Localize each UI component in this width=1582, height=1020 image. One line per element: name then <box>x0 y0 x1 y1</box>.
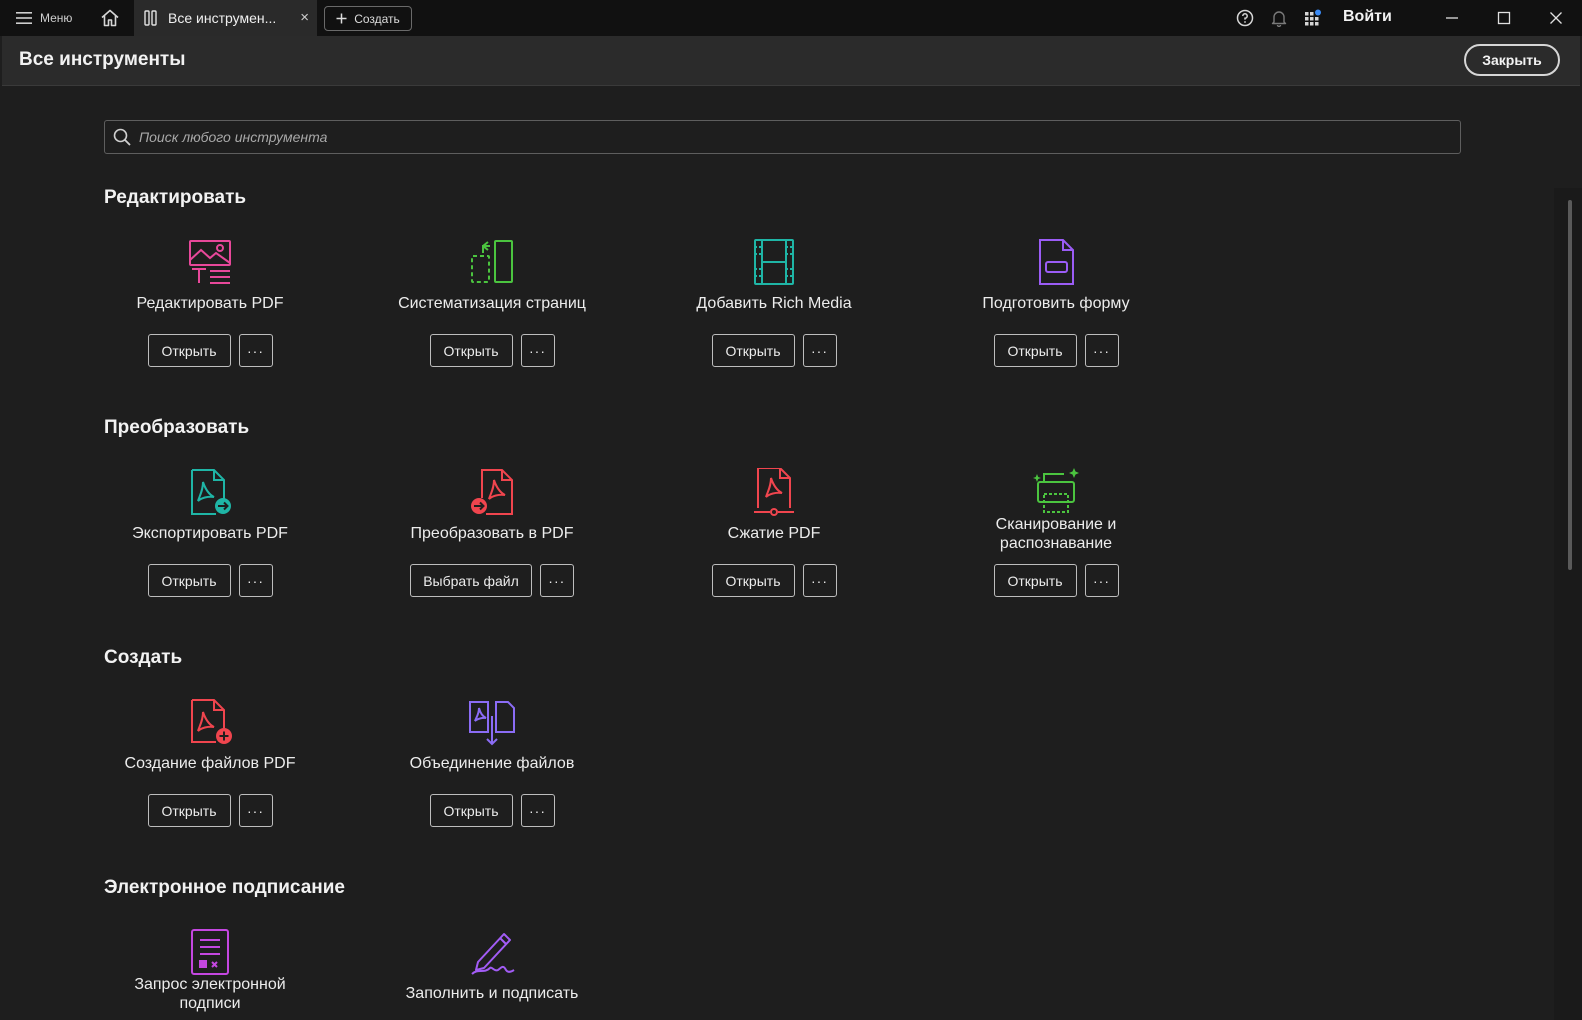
rich-media-icon <box>754 239 794 285</box>
open-button[interactable]: Открыть <box>147 564 231 597</box>
tool-card-scan-ocr: Сканирование и распознавание Открыть ··· <box>926 468 1186 618</box>
hamburger-icon <box>16 12 32 24</box>
minimize-icon <box>1446 17 1458 19</box>
create-tab-button[interactable]: Создать <box>324 6 412 31</box>
tool-label-line1: Запрос электронной <box>134 976 286 993</box>
section-title-esign: Электронное подписание <box>104 877 345 898</box>
convert-pdf-icon <box>471 469 513 515</box>
home-icon <box>101 9 119 27</box>
tab-close-icon[interactable]: × <box>300 9 309 26</box>
section-title-edit: Редактировать <box>104 187 247 208</box>
bell-icon <box>1271 11 1287 27</box>
tool-card-create-pdf: Создание файлов PDF Открыть ··· <box>80 698 340 848</box>
title-bar: Меню Все инструмен... × Создать Войти <box>0 0 1582 36</box>
signin-button[interactable]: Войти <box>1343 8 1392 26</box>
tool-label: Подготовить форму <box>982 295 1130 312</box>
more-options-button[interactable]: ··· <box>238 794 273 827</box>
help-button[interactable] <box>1235 8 1255 28</box>
tool-card-organize-pages: Систематизация страниц Открыть ··· <box>362 238 622 388</box>
apps-button[interactable] <box>1303 8 1323 28</box>
tool-label: Редактировать PDF <box>136 295 284 312</box>
close-tools-button[interactable]: Закрыть <box>1464 44 1560 76</box>
more-options-button[interactable]: ··· <box>1084 334 1119 367</box>
open-button[interactable]: Открыть <box>993 564 1077 597</box>
prepare-form-icon <box>1039 239 1074 285</box>
more-options-button[interactable]: ··· <box>520 334 555 367</box>
export-pdf-icon <box>191 469 231 515</box>
tool-label: Объединение файлов <box>409 755 575 772</box>
open-button[interactable]: Открыть <box>429 794 513 827</box>
tool-label: Экспортировать PDF <box>132 525 288 542</box>
open-button[interactable]: Открыть <box>711 564 795 597</box>
tool-card-convert-pdf: Преобразовать в PDF Выбрать файл ··· <box>362 468 622 618</box>
window-close-button[interactable] <box>1542 6 1570 30</box>
notifications-button[interactable] <box>1269 8 1289 28</box>
page-header: Все инструменты Закрыть <box>2 36 1580 86</box>
tool-label: Систематизация страниц <box>398 295 586 312</box>
tool-label: Сжатие PDF <box>727 525 821 542</box>
more-options-button[interactable]: ··· <box>1084 564 1119 597</box>
more-options-button[interactable]: ··· <box>802 334 837 367</box>
tool-label: Сканирование и распознавание <box>926 515 1186 553</box>
tool-card-request-esign: Запрос электронной подписи <box>80 928 340 1020</box>
tool-label: Заполнить и подписать <box>405 985 579 1002</box>
more-options-button[interactable]: ··· <box>539 564 574 597</box>
more-options-button[interactable]: ··· <box>238 334 273 367</box>
tool-label-line1: Сканирование и <box>995 516 1117 533</box>
tool-card-edit-pdf: Редактировать PDF Открыть ··· <box>80 238 340 388</box>
close-icon <box>1550 12 1562 24</box>
create-pdf-icon <box>191 699 232 744</box>
combine-files-icon <box>469 701 515 746</box>
open-button[interactable]: Открыть <box>993 334 1077 367</box>
search-input[interactable] <box>139 129 1460 145</box>
tool-card-rich-media: Добавить Rich Media Открыть ··· <box>644 238 904 388</box>
home-button[interactable] <box>98 6 122 30</box>
tool-card-export-pdf: Экспортировать PDF Открыть ··· <box>80 468 340 618</box>
page-title: Все инструменты <box>19 49 186 70</box>
tool-label-line2: подписи <box>179 995 241 1012</box>
tool-label: Добавить Rich Media <box>696 295 852 312</box>
tool-label: Преобразовать в PDF <box>410 525 574 542</box>
tool-card-prepare-form: Подготовить форму Открыть ··· <box>926 238 1186 388</box>
tab-all-tools[interactable]: Все инструмен... × <box>134 0 317 36</box>
choose-file-button[interactable]: Выбрать файл <box>410 564 532 597</box>
tool-label: Создание файлов PDF <box>124 755 296 772</box>
scan-ocr-icon <box>1033 468 1079 513</box>
minimize-button[interactable] <box>1438 6 1466 30</box>
section-title-create: Создать <box>104 647 183 668</box>
more-options-button[interactable]: ··· <box>802 564 837 597</box>
menu-button[interactable]: Меню <box>10 7 78 29</box>
open-button[interactable]: Открыть <box>147 334 231 367</box>
help-icon <box>1236 9 1254 27</box>
section-title-convert: Преобразовать <box>104 417 250 438</box>
search-icon <box>113 128 131 146</box>
maximize-icon <box>1497 11 1511 25</box>
tool-label-line2: распознавание <box>999 535 1113 552</box>
request-esign-icon <box>191 929 229 975</box>
open-button[interactable]: Открыть <box>147 794 231 827</box>
tool-card-fill-sign: Заполнить и подписать <box>362 928 622 1020</box>
plus-icon <box>336 13 347 24</box>
tool-label: Запрос электронной подписи <box>80 975 340 1013</box>
maximize-button[interactable] <box>1490 6 1518 30</box>
scrollbar-thumb[interactable] <box>1568 200 1572 570</box>
menu-label: Меню <box>40 11 73 25</box>
search-box[interactable] <box>104 120 1461 154</box>
organize-pages-icon <box>471 240 513 283</box>
tool-card-combine-files: Объединение файлов Открыть ··· <box>362 698 622 848</box>
edit-pdf-icon <box>189 240 231 284</box>
open-button[interactable]: Открыть <box>711 334 795 367</box>
more-options-button[interactable]: ··· <box>520 794 555 827</box>
tools-tab-icon <box>144 10 157 26</box>
fill-sign-icon <box>471 933 515 975</box>
more-options-button[interactable]: ··· <box>238 564 273 597</box>
open-button[interactable]: Открыть <box>429 334 513 367</box>
tool-card-compress-pdf: Сжатие PDF Открыть ··· <box>644 468 904 618</box>
tab-label: Все инструмен... <box>168 10 277 26</box>
compress-pdf-icon <box>754 468 794 516</box>
create-label: Создать <box>354 11 400 26</box>
apps-grid-icon <box>1305 9 1321 26</box>
